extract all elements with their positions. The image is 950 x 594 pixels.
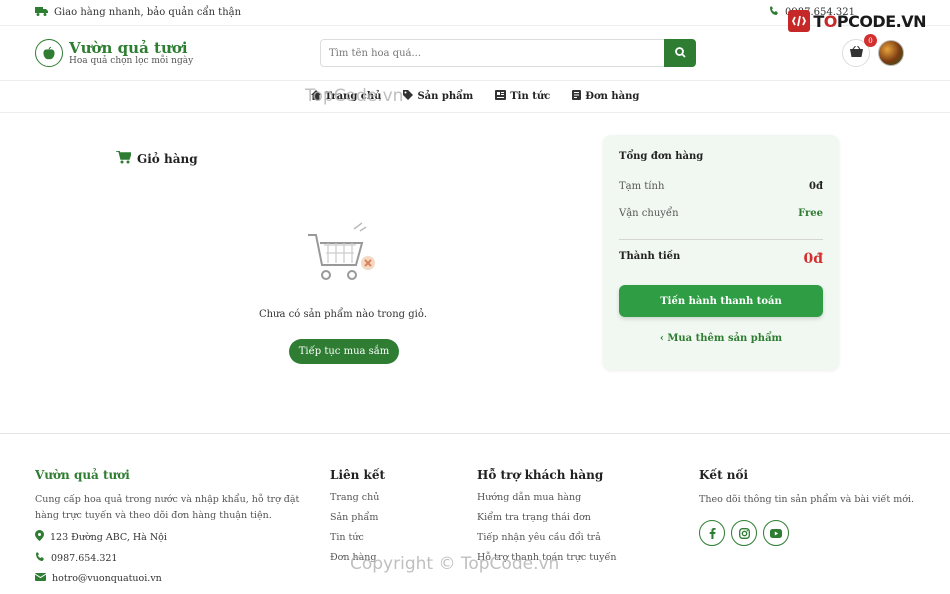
shopping-cart-icon [116,150,133,167]
footer-link[interactable]: Trang chủ [330,492,460,503]
cart-button[interactable]: 0 [842,34,877,67]
logo-title: Vườn quả tươi [69,39,188,57]
footer-support-link[interactable]: Hướng dẫn mua hàng [477,492,687,503]
shipping-label: Vận chuyển [619,208,679,219]
shipping-info: Giao hàng nhanh, bảo quản cẩn thận [35,6,241,19]
subtotal-value: 0đ [809,181,823,192]
summary-divider [619,239,823,240]
newspaper-icon [495,90,507,103]
logo-subtitle: Hoa quả chọn lọc mỗi ngày [69,56,194,66]
subtotal-row: Tạm tính 0đ [619,181,823,192]
facebook-icon[interactable] [699,520,725,546]
footer-about-text: Cung cấp hoa quả trong nước và nhập khẩu… [35,494,300,521]
footer-email[interactable]: hotro@vuonquatuoi.vn [34,573,315,584]
footer-phone[interactable]: 0987.654.321 [35,552,315,565]
location-pin-icon [35,530,44,544]
cart-page: Giỏ hàng Chưa có sản phẩm nào trong giỏ.… [0,113,950,433]
brand-logo: TOPCODE.VN [788,10,927,32]
phone-icon [769,6,779,19]
footer-connect: Kết nối Theo dõi thông tin sản phẩm và b… [699,468,919,546]
apple-icon [35,39,63,67]
nav-label-home: Trang chủ [324,91,382,102]
order-summary: Tổng đơn hàng Tạm tính 0đ Vận chuyển Fre… [603,135,839,370]
footer-address: 123 Đường ABC, Hà Nội [35,530,315,544]
footer-links: Liên kết Trang chủ Sản phẩm Tin tức Đơn … [330,468,460,572]
continue-shopping-button[interactable]: Tiếp tục mua sắm [289,339,399,364]
main-nav: Trang chủ Sản phẩm Tin tức Đơn hàng [0,81,950,113]
cart-title: Giỏ hàng [137,152,198,166]
search-button[interactable] [664,39,696,67]
cart-count-badge: 0 [864,34,877,47]
footer-connect-text: Theo dõi thông tin sản phẩm và bài viết … [699,494,914,505]
tag-icon [403,90,414,103]
footer-link[interactable]: Tin tức [330,532,460,543]
nav-label-news: Tin tức [510,91,551,102]
nav-item-orders[interactable]: Đơn hàng [572,90,639,103]
footer-link[interactable]: Sản phẩm [330,512,460,523]
footer-about-title: Vườn quả tươi [35,468,130,482]
footer-links-title: Liên kết [330,468,386,482]
brand-mark-icon [788,10,811,32]
nav-label-products: Sản phẩm [417,91,474,102]
continue-shopping-link[interactable]: ‹ Mua thêm sản phẩm [619,333,823,344]
site-header: Vườn quả tươi Hoa quả chọn lọc mỗi ngày … [0,26,950,81]
footer-support-link[interactable]: Hỗ trợ thanh toán trực tuyến [477,552,687,563]
truck-icon [35,6,48,19]
footer-connect-title: Kết nối [699,468,749,482]
search-bar [320,39,696,67]
shipping-value: Free [798,208,823,219]
basket-icon [849,45,863,60]
brand-text: TOPCODE.VN [813,11,926,31]
youtube-icon[interactable] [763,520,789,546]
instagram-icon[interactable] [731,520,757,546]
home-icon [310,90,321,103]
nav-item-news[interactable]: Tin tức [495,90,550,103]
shipping-row: Vận chuyển Free [619,208,823,219]
nav-label-orders: Đơn hàng [585,91,640,102]
cart-heading: Giỏ hàng [116,150,198,167]
receipt-icon [572,90,582,103]
total-row: Thành tiền 0đ [619,251,823,267]
footer-link[interactable]: Đơn hàng [330,552,460,563]
site-footer: Vườn quả tươi Cung cấp hoa quả trong nướ… [0,433,950,594]
header-actions: 0 [842,34,904,67]
search-icon [674,46,686,61]
chevron-left-icon: ‹ [659,333,664,344]
site-logo[interactable]: Vườn quả tươi Hoa quả chọn lọc mỗi ngày [35,39,320,67]
summary-title: Tổng đơn hàng [619,151,704,162]
nav-item-home[interactable]: Trang chủ [310,90,382,103]
user-avatar[interactable] [878,40,904,66]
footer-about: Vườn quả tươi Cung cấp hoa quả trong nướ… [34,468,315,584]
checkout-button[interactable]: Tiến hành thanh toán [619,285,823,317]
empty-cart-icon [306,221,382,288]
subtotal-label: Tạm tính [619,181,665,192]
footer-support-link[interactable]: Kiểm tra trạng thái đơn [477,512,687,523]
continue-shopping-label: Mua thêm sản phẩm [667,333,783,344]
total-label: Thành tiền [619,251,681,262]
envelope-icon [34,573,47,584]
social-links [699,520,919,546]
footer-support-link[interactable]: Tiếp nhận yêu cầu đổi trả [477,532,687,543]
empty-cart-message: Chưa có sản phẩm nào trong giỏ. [258,309,428,320]
nav-item-products[interactable]: Sản phẩm [403,90,473,103]
footer-support: Hỗ trợ khách hàng Hướng dẫn mua hàng Kiể… [477,468,687,572]
shipping-text: Giao hàng nhanh, bảo quản cẩn thận [54,7,242,18]
search-input[interactable] [320,39,664,67]
phone-icon [35,552,45,565]
total-value: 0đ [803,251,823,267]
footer-support-title: Hỗ trợ khách hàng [477,468,604,482]
